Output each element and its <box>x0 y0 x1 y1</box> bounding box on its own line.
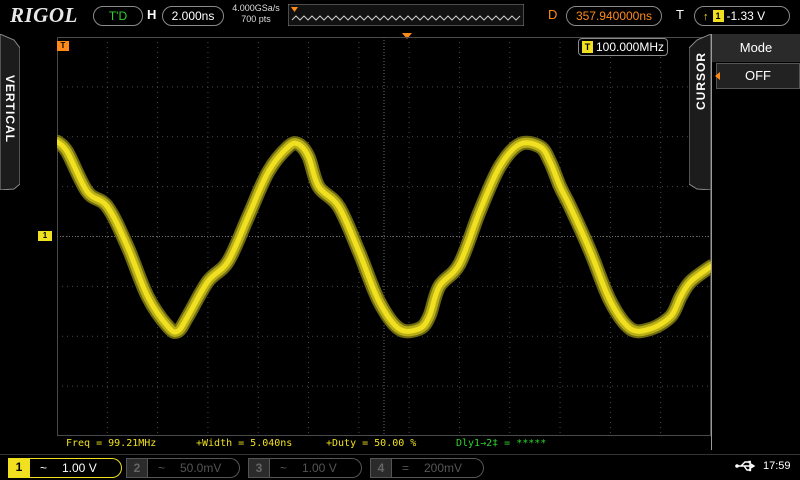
cursor-menu: CURSOR Mode OFF <box>689 34 800 450</box>
measurement-bar: Freq = 99.21MHz +Width = 5.040ns +Duty =… <box>0 436 711 452</box>
run-status-badge[interactable]: T'D <box>93 6 143 26</box>
bandwidth-value: 100.000MHz <box>595 40 665 54</box>
channel-status-bar: 1 ~1.00 V 2 ~50.0mV 3 ~1.00 V 4 = 200mV 1… <box>0 454 800 480</box>
delay-label: D <box>548 7 558 22</box>
dc-coupling-icon: = <box>402 461 410 475</box>
system-clock: 17:59 <box>763 460 791 472</box>
channel-4-indicator[interactable]: 4 = 200mV <box>370 458 484 478</box>
channel-body: ~1.00 V <box>30 458 122 478</box>
channel-number: 1 <box>8 458 30 478</box>
channel-scale: 50.0mV <box>180 461 222 475</box>
menu-item-mode-value[interactable]: OFF <box>716 63 800 89</box>
ch1-offset-marker[interactable]: 1 <box>38 231 52 241</box>
vertical-tab-label: VERTICAL <box>3 75 17 143</box>
memory-depth: 700 pts <box>241 14 271 24</box>
channel-scale: 1.00 V <box>62 461 97 475</box>
ac-coupling-icon: ~ <box>158 461 166 475</box>
menu-arrow-icon <box>715 72 720 80</box>
menu-item-mode-label[interactable]: Mode <box>712 34 800 62</box>
channel-scale: 1.00 V <box>302 461 337 475</box>
measurement-freq: Freq = 99.21MHz <box>66 438 157 449</box>
channel-3-indicator[interactable]: 3 ~1.00 V <box>248 458 362 478</box>
sample-rate: 4.000GSa/s <box>232 3 280 13</box>
acquisition-info: 4.000GSa/s 700 pts <box>229 3 283 25</box>
channel-2-indicator[interactable]: 2 ~50.0mV <box>126 458 240 478</box>
measurement-width: +Width = 5.040ns <box>196 438 293 449</box>
channel-body: = 200mV <box>392 458 484 478</box>
channel-number: 3 <box>248 458 270 478</box>
trigger-channel-badge: 1 <box>712 10 724 22</box>
trigger-level: -1.33 V <box>726 9 766 23</box>
vertical-menu-tab[interactable]: VERTICAL <box>0 34 20 190</box>
bandwidth-readout: T 100.000MHz <box>578 38 668 56</box>
ac-coupling-icon: ~ <box>40 461 48 475</box>
channel-number: 4 <box>370 458 392 478</box>
memory-position-bar[interactable] <box>288 4 524 26</box>
trigger-label: T <box>676 7 684 22</box>
brand-logo: RIGOL <box>10 3 78 27</box>
channel-number: 2 <box>126 458 148 478</box>
measurement-duty: +Duty = 50.00 % <box>326 438 417 449</box>
waveform-display <box>57 37 711 436</box>
cursor-menu-title: CURSOR <box>694 52 708 111</box>
horizontal-delay-readout[interactable]: 357.940000ns <box>566 6 662 26</box>
top-status-bar: RIGOL T'D H 2.000ns 4.000GSa/s 700 pts D… <box>0 0 800 32</box>
horizontal-label: H <box>147 7 157 22</box>
usb-icon <box>735 460 756 472</box>
channel-scale: 200mV <box>424 461 463 475</box>
trigger-readout[interactable]: ↑ 1 -1.33 V <box>694 6 790 26</box>
measurement-delay: Dly1→2‡ = ***** <box>456 438 547 449</box>
graticule <box>57 37 711 436</box>
channel-1-indicator[interactable]: 1 ~1.00 V <box>8 458 122 478</box>
timebase-readout[interactable]: 2.000ns <box>162 6 224 26</box>
ac-coupling-icon: ~ <box>280 461 288 475</box>
channel-body: ~1.00 V <box>270 458 362 478</box>
trigger-time-marker[interactable]: T <box>57 41 69 51</box>
menu-panel: Mode OFF <box>711 34 800 450</box>
bandwidth-channel-badge: T <box>581 41 593 53</box>
channel-body: ~50.0mV <box>148 458 240 478</box>
